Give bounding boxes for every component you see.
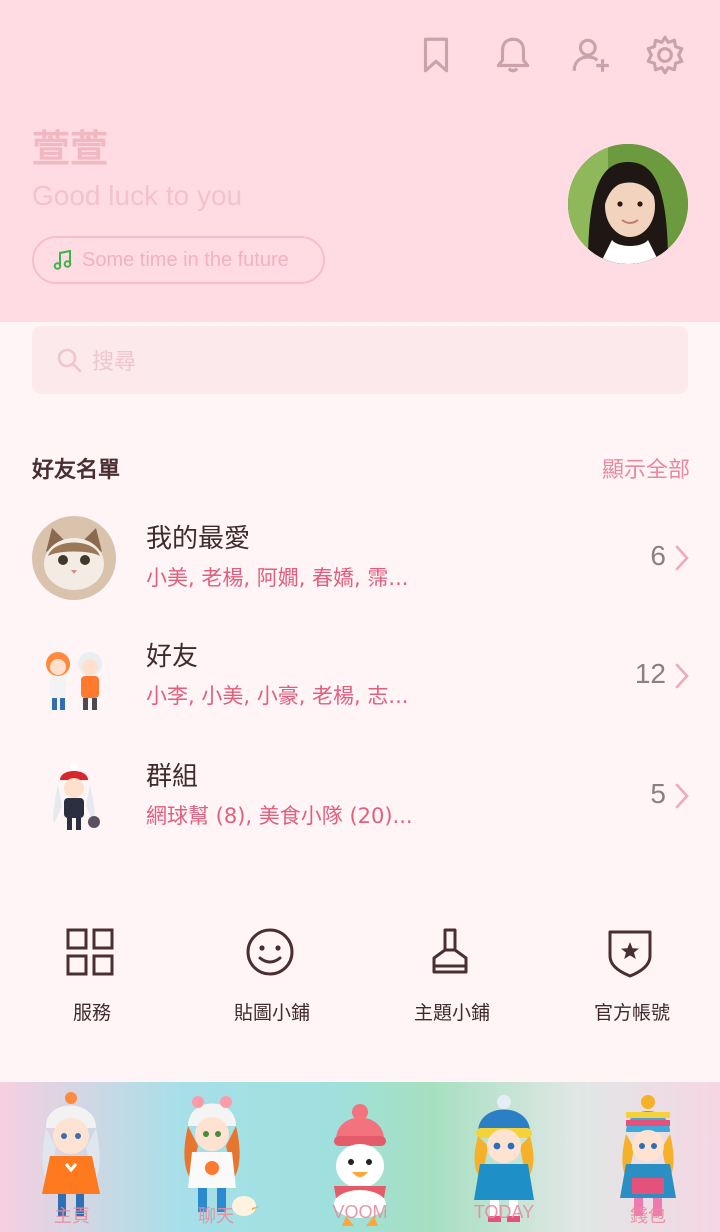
search-icon bbox=[57, 348, 82, 373]
avatar[interactable] bbox=[568, 144, 688, 264]
row-count: 12 bbox=[634, 658, 666, 689]
music-label: Some time in the future bbox=[82, 248, 289, 271]
favorites-row[interactable]: 我的最愛 小美, 老楊, 阿嫺, 春嬌, 霈... 6 bbox=[0, 504, 720, 614]
tab-home[interactable]: 主頁 bbox=[0, 1082, 144, 1232]
cat-avatar bbox=[32, 516, 116, 600]
search-placeholder: 搜尋 bbox=[92, 350, 137, 375]
status-message[interactable]: Good luck to you bbox=[32, 180, 242, 212]
gear-icon[interactable] bbox=[640, 30, 690, 80]
music-note-icon bbox=[53, 249, 72, 270]
tab-label: 錢包 bbox=[630, 1206, 666, 1226]
tab-today[interactable]: TODAY bbox=[432, 1082, 576, 1232]
row-subtitle: 小李, 小美, 小豪, 老楊, 志... bbox=[146, 684, 409, 708]
groups-sticker-avatar bbox=[32, 754, 116, 838]
grid-icon bbox=[66, 928, 114, 976]
tab-chats[interactable]: 聊天 bbox=[144, 1082, 288, 1232]
tab-label: TODAY bbox=[473, 1202, 535, 1222]
shortcut-label: 官方帳號 bbox=[593, 1002, 670, 1024]
tab-voom[interactable]: VOOM bbox=[288, 1082, 432, 1232]
friends-row[interactable]: 好友 小李, 小美, 小豪, 老楊, 志... 12 bbox=[0, 622, 720, 732]
services-shortcut[interactable]: 服務 bbox=[12, 924, 162, 1034]
bell-icon[interactable] bbox=[488, 30, 538, 80]
bottom-tab-bar: 主頁 聊天 VOOM TODAY 錢包 bbox=[0, 1082, 720, 1232]
official-accounts-shortcut[interactable]: 官方帳號 bbox=[552, 924, 702, 1034]
search-bar[interactable]: 搜尋 bbox=[32, 326, 688, 394]
shortcut-label: 主題小鋪 bbox=[413, 1002, 490, 1024]
row-title: 好友 bbox=[146, 642, 199, 672]
friends-sticker-avatar bbox=[32, 634, 116, 718]
smiley-icon bbox=[246, 928, 294, 976]
row-title: 我的最愛 bbox=[146, 524, 251, 554]
tab-wallet[interactable]: 錢包 bbox=[576, 1082, 720, 1232]
chevron-right-icon bbox=[675, 663, 689, 689]
shield-star-icon bbox=[608, 930, 652, 978]
profile-header: 萱萱 Good luck to you Some time in the fut… bbox=[0, 0, 720, 322]
shortcut-label: 貼圖小鋪 bbox=[233, 1002, 310, 1024]
add-friend-icon[interactable] bbox=[566, 30, 616, 80]
chevron-right-icon bbox=[675, 545, 689, 571]
row-title: 群組 bbox=[146, 762, 199, 792]
row-subtitle: 網球幫 (8), 美食小隊 (20)... bbox=[146, 804, 413, 828]
chevron-right-icon bbox=[675, 783, 689, 809]
friend-list-title: 好友名單 bbox=[32, 458, 121, 483]
sticker-shop-shortcut[interactable]: 貼圖小鋪 bbox=[192, 924, 342, 1034]
row-subtitle: 小美, 老楊, 阿嫺, 春嬌, 霈... bbox=[146, 566, 409, 590]
bookmark-icon[interactable] bbox=[411, 30, 461, 80]
groups-row[interactable]: 群組 網球幫 (8), 美食小隊 (20)... 5 bbox=[0, 742, 720, 852]
row-count: 5 bbox=[650, 778, 666, 809]
tab-label: 主頁 bbox=[54, 1206, 90, 1226]
tab-label: VOOM bbox=[332, 1202, 388, 1222]
profile-music-button[interactable]: Some time in the future bbox=[32, 236, 325, 284]
profile-name[interactable]: 萱萱 bbox=[32, 118, 108, 173]
shortcut-label: 服務 bbox=[72, 1002, 111, 1024]
tab-label: 聊天 bbox=[198, 1206, 234, 1226]
brush-icon bbox=[432, 928, 468, 974]
row-count: 6 bbox=[650, 540, 666, 571]
show-all-link[interactable]: 顯示全部 bbox=[602, 452, 690, 484]
theme-shop-shortcut[interactable]: 主題小鋪 bbox=[372, 924, 522, 1034]
